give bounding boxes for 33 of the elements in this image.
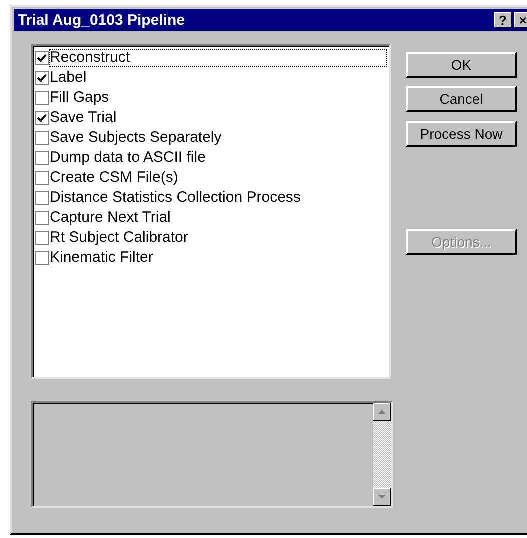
scroll-down-button[interactable] [373, 488, 391, 506]
checkbox[interactable] [35, 71, 49, 85]
scroll-up-button[interactable] [373, 403, 391, 421]
step-label[interactable]: Save Trial [49, 109, 117, 127]
step-label[interactable]: Dump data to ASCII file [49, 149, 206, 167]
step-label[interactable]: Save Subjects Separately [49, 129, 222, 147]
process-now-button[interactable]: Process Now [406, 121, 517, 147]
checkbox[interactable] [35, 251, 49, 265]
down-arrow-icon [378, 495, 386, 499]
checkbox[interactable] [35, 131, 49, 145]
scrollbar[interactable] [373, 403, 391, 506]
checkbox[interactable] [35, 51, 49, 65]
checkbox[interactable] [35, 111, 49, 125]
step-label[interactable]: Rt Subject Calibrator [49, 229, 188, 247]
cancel-button[interactable]: Cancel [406, 86, 517, 112]
ok-button[interactable]: OK [406, 52, 517, 78]
step-label[interactable]: Reconstruct [49, 49, 387, 67]
step-label[interactable]: Fill Gaps [49, 89, 110, 107]
checkbox[interactable] [35, 191, 49, 205]
up-arrow-icon [378, 410, 386, 414]
step-label[interactable]: Capture Next Trial [49, 209, 171, 227]
step-label[interactable]: Kinematic Filter [49, 249, 154, 267]
step-label[interactable]: Create CSM File(s) [49, 169, 178, 187]
checkbox[interactable] [35, 231, 49, 245]
checkbox[interactable] [35, 211, 49, 225]
close-button[interactable]: × [514, 12, 527, 28]
checkbox[interactable] [35, 91, 49, 105]
step-label[interactable]: Label [49, 69, 87, 87]
checkbox[interactable] [35, 171, 49, 185]
checkbox[interactable] [35, 151, 49, 165]
window-title: Trial Aug_0103 Pipeline [18, 12, 186, 28]
step-label[interactable]: Distance Statistics Collection Process [49, 189, 301, 207]
help-button[interactable]: ? [494, 12, 512, 28]
